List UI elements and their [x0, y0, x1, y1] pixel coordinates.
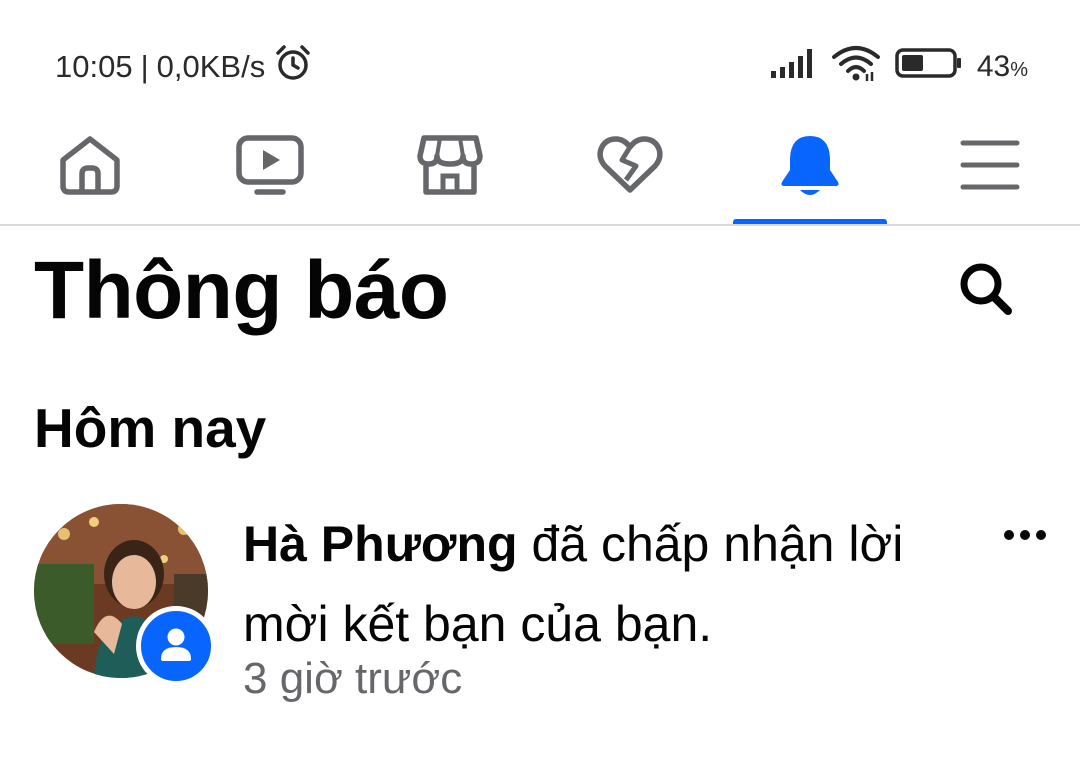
nav-tab-menu[interactable] [905, 110, 1075, 224]
wifi-icon [831, 44, 881, 90]
battery-percent-value: 43 [976, 50, 1011, 83]
nav-tab-watch[interactable] [185, 110, 355, 224]
section-title-today: Hôm nay [34, 397, 267, 459]
network-speed: 0,0KB/s [156, 49, 266, 84]
hamburger-icon [960, 137, 1020, 198]
notification-actor: Hà Phương [243, 516, 518, 572]
nav-tab-dating[interactable] [545, 110, 715, 224]
friend-request-badge [136, 606, 216, 686]
status-left: 10:05 | 0,0KB/s [55, 45, 313, 87]
nav-tab-home[interactable] [5, 110, 175, 224]
status-separator: | [140, 49, 149, 84]
more-options-button[interactable] [995, 512, 1055, 562]
battery-percent: 43% [977, 50, 1028, 84]
status-right: 43% [769, 44, 1028, 90]
home-icon [57, 132, 123, 203]
status-bar: 10:05 | 0,0KB/s 43% [0, 0, 1080, 110]
battery-icon [895, 47, 963, 87]
person-icon [156, 624, 196, 669]
nav-tab-notifications[interactable] [725, 110, 895, 224]
top-nav [0, 110, 1080, 226]
search-button[interactable] [948, 256, 1024, 326]
more-dots-icon [1003, 528, 1047, 546]
notification-text: Hà Phương đã chấp nhận lời mời kết bạn c… [243, 504, 963, 664]
battery-percent-sign: % [1010, 59, 1028, 81]
notification-time: 3 giờ trước [243, 654, 463, 703]
search-icon [956, 259, 1016, 324]
bell-icon [779, 132, 841, 203]
store-icon [416, 132, 484, 203]
heart-icon [596, 134, 664, 201]
page-title: Thông báo [34, 245, 449, 336]
signal-icon [769, 47, 817, 87]
notification-item[interactable]: Hà Phương đã chấp nhận lời mời kết bạn c… [0, 490, 1080, 720]
nav-tab-marketplace[interactable] [365, 110, 535, 224]
status-time: 10:05 [55, 49, 133, 84]
alarm-icon [273, 43, 313, 91]
video-icon [235, 132, 305, 203]
